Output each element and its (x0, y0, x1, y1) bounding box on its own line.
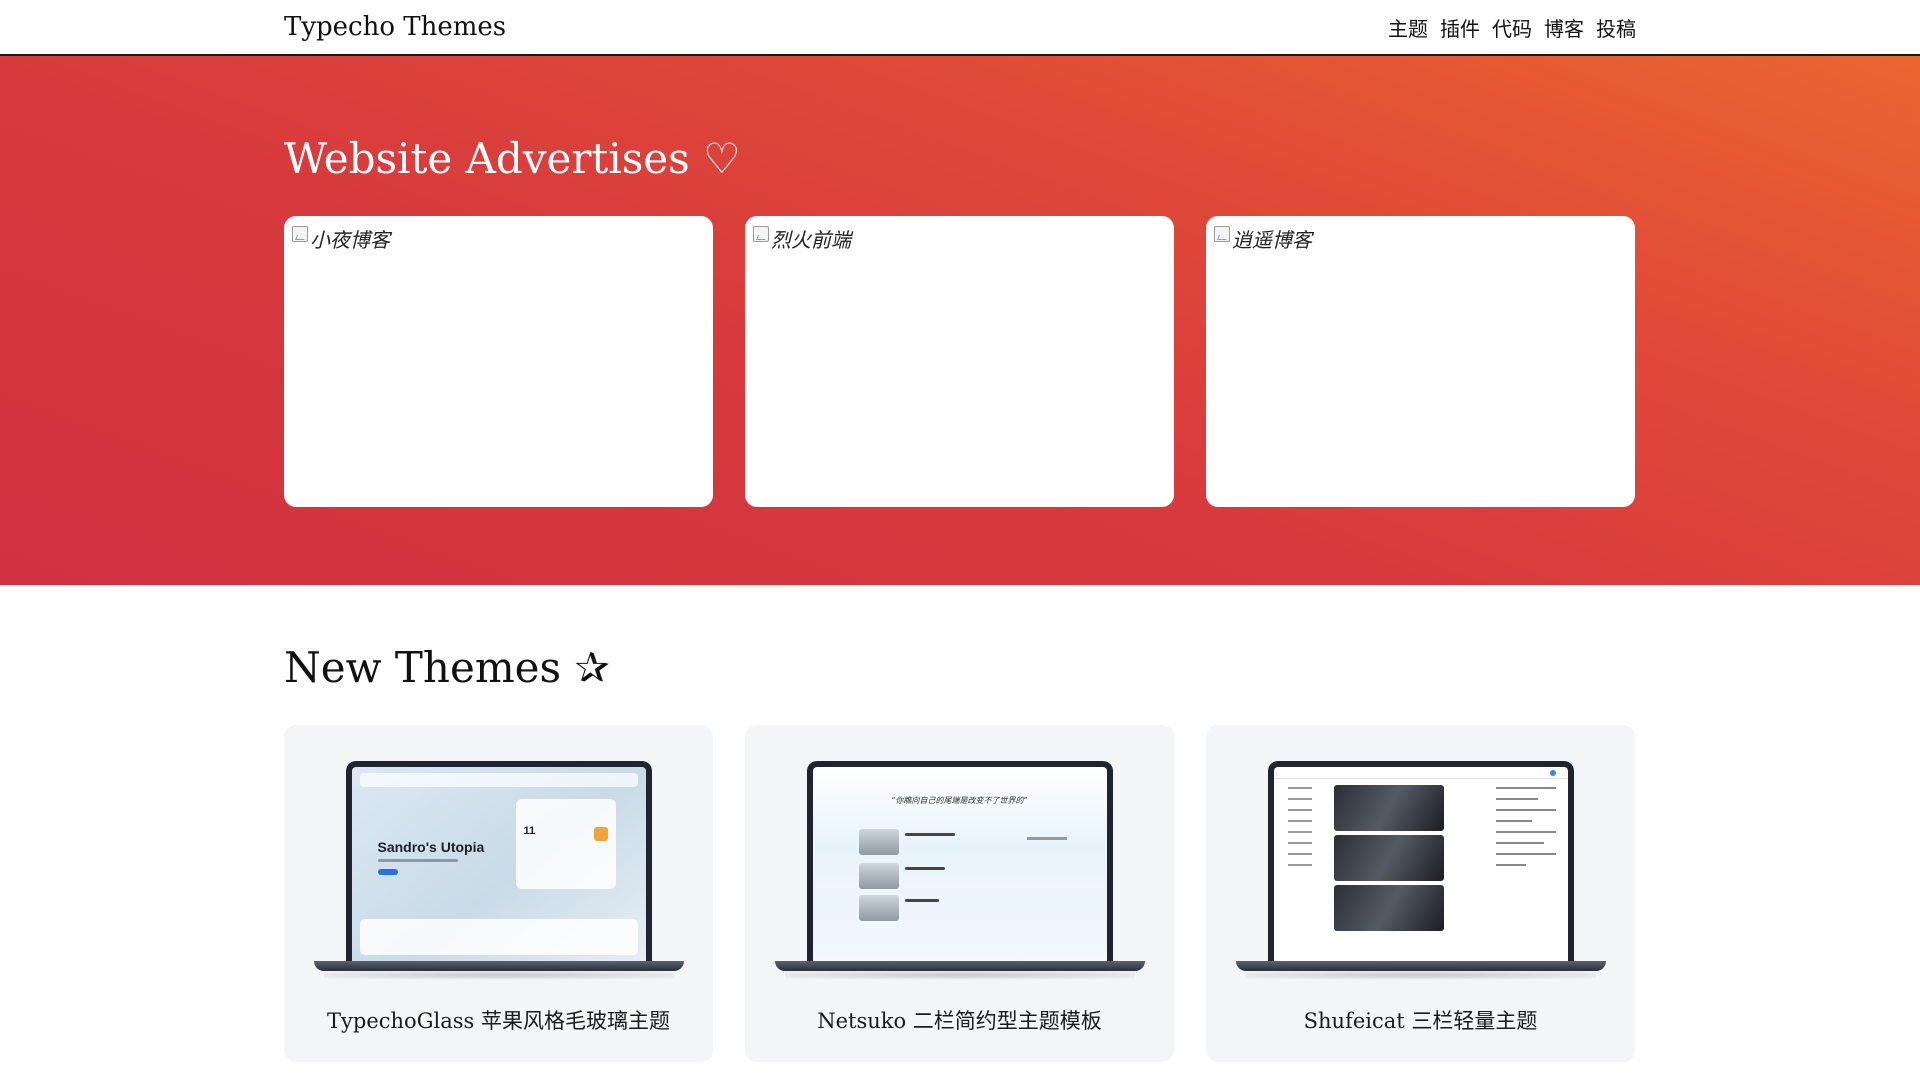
preview-line (904, 833, 955, 836)
theme-preview-image (1235, 761, 1606, 979)
laptop-shadow (323, 971, 674, 979)
preview-sidebar-line (1026, 837, 1067, 840)
preview-display: Sandro's Utopia 11 (351, 767, 646, 961)
theme-card[interactable]: Sandro's Utopia 11 TypechoGlass 苹果风格毛玻璃主… (284, 725, 713, 1062)
nav-link-code[interactable]: 代码 (1492, 13, 1532, 42)
nav-link-plugins[interactable]: 插件 (1440, 13, 1480, 42)
laptop-screen: Sandro's Utopia 11 (345, 761, 652, 961)
broken-image-icon (753, 226, 769, 242)
preview-topbar (1273, 767, 1568, 779)
preview-avatar (1549, 770, 1556, 776)
preview-left-menu (1287, 787, 1318, 907)
laptop-screen (1267, 761, 1574, 961)
preview-display (1273, 767, 1568, 961)
laptop-base (774, 961, 1145, 971)
theme-card[interactable]: Shufeicat 三栏轻量主题 (1206, 725, 1635, 1062)
theme-name: Shufeicat 三栏轻量主题 (1303, 1009, 1538, 1033)
ad-image-broken: 逍遥博客 (1214, 224, 1627, 253)
laptop-base (1235, 961, 1606, 971)
nav-link-blog[interactable]: 博客 (1544, 13, 1584, 42)
nav-link-submit[interactable]: 投稿 (1596, 13, 1636, 42)
theme-name: TypechoGlass 苹果风格毛玻璃主题 (327, 1009, 670, 1033)
new-themes-heading: New Themes ✰ (284, 643, 610, 692)
theme-preview-image: Sandro's Utopia 11 (313, 761, 684, 979)
preview-right-sidebar (1495, 787, 1556, 927)
preview-heading: Sandro's Utopia (377, 839, 485, 855)
ad-card[interactable]: 烈火前端 (745, 216, 1174, 507)
preview-post-card (1333, 835, 1444, 881)
preview-bottom-panel (359, 919, 638, 955)
preview-subtext (377, 859, 458, 862)
laptop-screen: “你瞧向自己的尾端是改变不了世界的” (806, 761, 1113, 961)
preview-badge (593, 827, 608, 841)
nav-link-themes[interactable]: 主题 (1388, 13, 1428, 42)
preview-thumb (858, 829, 899, 855)
advertise-heading: Website Advertises ♡ (284, 134, 741, 183)
advertise-section: Website Advertises ♡ 小夜博客 烈火前端 逍遥博客 (0, 56, 1920, 585)
preview-thumb (858, 863, 899, 889)
preview-button (377, 869, 398, 875)
ad-image-alt-text: 逍遥博客 (1232, 228, 1312, 252)
site-brand-link[interactable]: Typecho Themes (284, 12, 506, 42)
ad-card[interactable]: 逍遥博客 (1206, 216, 1635, 507)
laptop-shadow (1245, 971, 1596, 979)
ad-image-alt-text: 小夜博客 (310, 228, 390, 252)
preview-post-card (1333, 885, 1444, 931)
preview-line (904, 867, 945, 870)
laptop-shadow (784, 971, 1135, 979)
laptop-base (313, 961, 684, 971)
advertise-inner: Website Advertises ♡ 小夜博客 烈火前端 逍遥博客 (284, 56, 1636, 507)
theme-preview-image: “你瞧向自己的尾端是改变不了世界的” (774, 761, 1145, 979)
theme-card[interactable]: “你瞧向自己的尾端是改变不了世界的” Netsuko 二栏简约型主题模板 (745, 725, 1174, 1062)
ad-card-row: 小夜博客 烈火前端 逍遥博客 (284, 216, 1636, 507)
new-themes-section: New Themes ✰ Sandro's Utopia 11 TypechoG… (284, 585, 1636, 1062)
nav-links: 主题 插件 代码 博客 投稿 (1388, 13, 1636, 42)
theme-card-row: Sandro's Utopia 11 TypechoGlass 苹果风格毛玻璃主… (284, 725, 1636, 1062)
ad-image-broken: 烈火前端 (753, 224, 1166, 253)
ad-image-alt-text: 烈火前端 (771, 228, 851, 252)
top-navbar: Typecho Themes 主题 插件 代码 博客 投稿 (0, 0, 1920, 56)
preview-panel: 11 (515, 799, 616, 889)
preview-quote: “你瞧向自己的尾端是改变不了世界的” (891, 796, 1028, 805)
preview-thumb (858, 895, 899, 921)
navbar-inner: Typecho Themes 主题 插件 代码 博客 投稿 (284, 0, 1636, 54)
preview-display: “你瞧向自己的尾端是改变不了世界的” (812, 767, 1107, 961)
theme-name: Netsuko 二栏简约型主题模板 (817, 1009, 1102, 1033)
ad-card[interactable]: 小夜博客 (284, 216, 713, 507)
ad-image-broken: 小夜博客 (292, 224, 705, 253)
preview-line (904, 899, 939, 902)
preview-number: 11 (523, 825, 536, 837)
broken-image-icon (1214, 226, 1230, 242)
preview-post-card (1333, 785, 1444, 831)
preview-topbar (359, 773, 638, 787)
broken-image-icon (292, 226, 308, 242)
